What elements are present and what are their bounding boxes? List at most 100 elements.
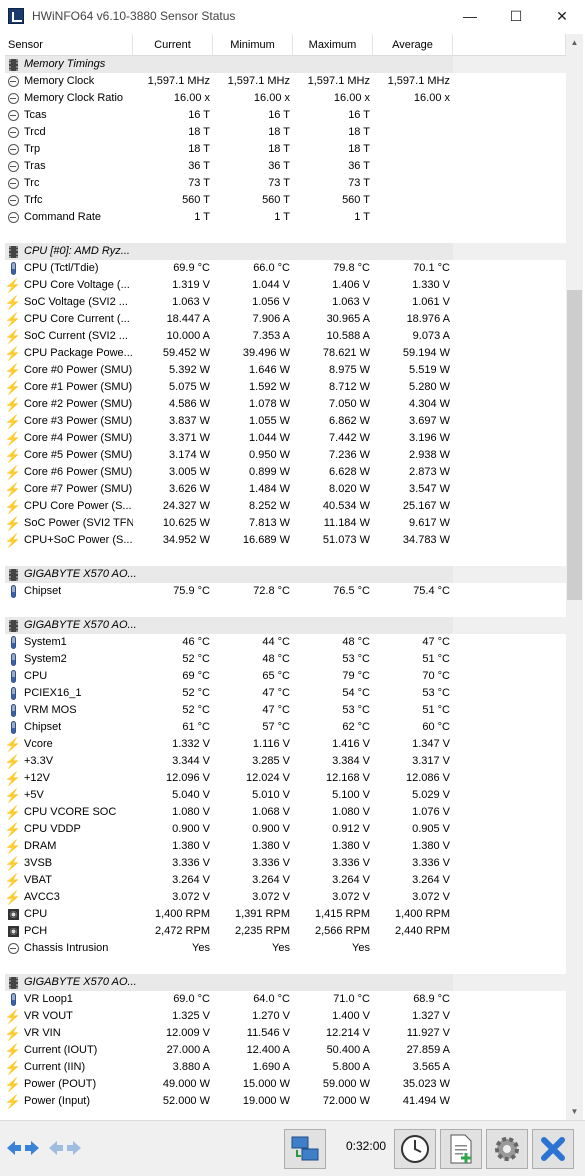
- average-value: 3.697 W: [409, 415, 450, 427]
- sensor-row[interactable]: ⚡ CPU Core Voltage (... 1.319 V 1.044 V 1.40…: [5, 277, 566, 294]
- sensor-row[interactable]: ⚡ Core #2 Power (SMU) 4.586 W 1.078 W 7.050 …: [5, 396, 566, 413]
- sensor-row[interactable]: CPU (Tctl/Tdie) 69.9 °C 66.0 °C 79.8 °C 70.1…: [5, 260, 566, 277]
- minimum-value: 3.072 V: [252, 891, 290, 903]
- sensor-row[interactable]: ⚡ 3VSB 3.336 V 3.336 V 3.336 V 3.336 V: [5, 855, 566, 872]
- sensor-row[interactable]: PCIEX16_1 52 °C 47 °C 54 °C 53 °C: [5, 685, 566, 702]
- sensor-row[interactable]: ⚡ VR VOUT 1.325 V 1.270 V 1.400 V 1.327 V: [5, 1008, 566, 1025]
- average-value: 27.859 A: [406, 1044, 450, 1056]
- sensor-row[interactable]: ⚡ Core #4 Power (SMU) 3.371 W 1.044 W 7.442 …: [5, 430, 566, 447]
- close-window-button[interactable]: ✕: [539, 0, 585, 32]
- sensor-name: Chipset: [24, 585, 62, 597]
- sensor-group-row[interactable]: GIGABYTE X570 AO...: [5, 566, 566, 583]
- sensor-row[interactable]: Tras 36 T 36 T 36 T: [5, 158, 566, 175]
- sensor-row[interactable]: ⚡ Core #0 Power (SMU) 5.392 W 1.646 W 8.975 …: [5, 362, 566, 379]
- navigate-sensors-disabled-button[interactable]: [46, 1131, 84, 1165]
- sensor-row[interactable]: Command Rate 1 T 1 T 1 T: [5, 209, 566, 226]
- sensor-name-cell: ⚡ CPU VDDP: [5, 821, 133, 838]
- scrollbar-thumb[interactable]: [567, 290, 582, 600]
- maximum-value: 1,415 RPM: [314, 908, 370, 920]
- sensor-row[interactable]: Trp 18 T 18 T 18 T: [5, 141, 566, 158]
- sensor-row[interactable]: ⚡ CPU Core Power (S... 24.327 W 8.252 W 40.5…: [5, 498, 566, 515]
- sensor-row[interactable]: Memory Clock Ratio 16.00 x 16.00 x 16.00 x 1…: [5, 90, 566, 107]
- sensor-row[interactable]: VRM MOS 52 °C 47 °C 53 °C 51 °C: [5, 702, 566, 719]
- minimum-value: 47 °C: [262, 687, 290, 699]
- sensor-row[interactable]: ⚡ Core #1 Power (SMU) 5.075 W 1.592 W 8.712 …: [5, 379, 566, 396]
- maximum-value: 3.264 V: [332, 874, 370, 886]
- bolt-icon: ⚡: [5, 362, 22, 378]
- average-value: [373, 192, 453, 209]
- sensor-row[interactable]: ⚡ DRAM 1.380 V 1.380 V 1.380 V 1.380 V: [5, 838, 566, 855]
- hwinfo-app-icon: [8, 8, 24, 24]
- maximum-value: 18 T: [348, 143, 370, 155]
- sensor-row[interactable]: ⚡ +12V 12.096 V 12.024 V 12.168 V 12.086 V: [5, 770, 566, 787]
- sensor-group-row[interactable]: Memory Timings: [5, 56, 566, 73]
- sensor-row[interactable]: ⚡ SoC Voltage (SVI2 ... 1.063 V 1.056 V 1.06…: [5, 294, 566, 311]
- sensor-row[interactable]: ⚡ SoC Power (SVI2 TFN) 10.625 W 7.813 W 11.1…: [5, 515, 566, 532]
- sensor-row[interactable]: VR Loop1 69.0 °C 64.0 °C 71.0 °C 68.9 °C: [5, 991, 566, 1008]
- current-value: 73 T: [188, 177, 210, 189]
- sensor-row[interactable]: ⚡ Core #3 Power (SMU) 3.837 W 1.055 W 6.862 …: [5, 413, 566, 430]
- clock-icon: [7, 211, 19, 225]
- column-header-sensor[interactable]: Sensor: [5, 34, 133, 56]
- sensor-name-cell: GIGABYTE X570 AO...: [5, 617, 453, 634]
- sensor-name-cell: ⚡ VR VIN: [5, 1025, 133, 1042]
- sensor-row[interactable]: ⚡ +3.3V 3.344 V 3.285 V 3.384 V 3.317 V: [5, 753, 566, 770]
- sensor-row[interactable]: ⚡ +5V 5.040 V 5.010 V 5.100 V 5.029 V: [5, 787, 566, 804]
- column-header-maximum[interactable]: Maximum: [293, 34, 373, 56]
- average-value: 11.927 V: [406, 1027, 450, 1039]
- sensor-row[interactable]: ⚡ CPU VDDP 0.900 V 0.900 V 0.912 V 0.905 V: [5, 821, 566, 838]
- sensor-row[interactable]: Memory Clock 1,597.1 MHz 1,597.1 MHz 1,597.…: [5, 73, 566, 90]
- maximize-button[interactable]: ☐: [493, 0, 539, 32]
- sensor-row[interactable]: Chipset 61 °C 57 °C 62 °C 60 °C: [5, 719, 566, 736]
- thermometer-icon: [7, 687, 19, 701]
- sensor-row[interactable]: ⚡ CPU VCORE SOC 1.080 V 1.068 V 1.080 V 1.076…: [5, 804, 566, 821]
- close-sensors-button[interactable]: [532, 1129, 574, 1169]
- sensor-row[interactable]: ⚡ CPU Package Powe... 59.452 W 39.496 W 78.6…: [5, 345, 566, 362]
- average-value: [373, 107, 453, 124]
- sensor-row[interactable]: System2 52 °C 48 °C 53 °C 51 °C: [5, 651, 566, 668]
- sensor-row[interactable]: ⚡ VR VIN 12.009 V 11.546 V 12.214 V 11.927 V: [5, 1025, 566, 1042]
- sensor-group-row[interactable]: CPU [#0]: AMD Ryz...: [5, 243, 566, 260]
- sensor-row[interactable]: Chassis Intrusion Yes Yes Yes: [5, 940, 566, 957]
- column-header-average[interactable]: Average: [373, 34, 453, 56]
- sensor-row[interactable]: ⚡ CPU+SoC Power (S... 34.952 W 16.689 W 51.0…: [5, 532, 566, 549]
- navigate-sensors-button[interactable]: [4, 1131, 42, 1165]
- network-icon[interactable]: [284, 1129, 326, 1169]
- sensor-row[interactable]: CPU 1,400 RPM 1,391 RPM 1,415 RPM 1,400 RPM: [5, 906, 566, 923]
- sensor-row[interactable]: System1 46 °C 44 °C 48 °C 47 °C: [5, 634, 566, 651]
- sensor-name: CPU VCORE SOC: [24, 806, 117, 818]
- sensor-row[interactable]: ⚡ VBAT 3.264 V 3.264 V 3.264 V 3.264 V: [5, 872, 566, 889]
- sensor-group-row[interactable]: GIGABYTE X570 AO...: [5, 974, 566, 991]
- sensor-row[interactable]: ⚡ AVCC3 3.072 V 3.072 V 3.072 V 3.072 V: [5, 889, 566, 906]
- sensor-row[interactable]: ⚡ Core #5 Power (SMU) 3.174 W 0.950 W 7.236 …: [5, 447, 566, 464]
- sensor-row[interactable]: ⚡ Vcore 1.332 V 1.116 V 1.416 V 1.347 V: [5, 736, 566, 753]
- sensor-row[interactable]: ⚡ SoC Current (SVI2 ... 10.000 A 7.353 A 10.…: [5, 328, 566, 345]
- log-file-add-icon[interactable]: [440, 1129, 482, 1169]
- maximum-value: 3.336 V: [332, 857, 370, 869]
- sensor-name-cell: Trcd: [5, 124, 133, 141]
- sensor-name-cell: GIGABYTE X570 AO...: [5, 566, 453, 583]
- sensor-row[interactable]: Trcd 18 T 18 T 18 T: [5, 124, 566, 141]
- minimize-button[interactable]: —: [447, 0, 493, 32]
- sensor-row[interactable]: ⚡ CPU Core Current (... 18.447 A 7.906 A 30.…: [5, 311, 566, 328]
- column-header-current[interactable]: Current: [133, 34, 213, 56]
- sensor-row[interactable]: ⚡ Current (IIN) 3.880 A 1.690 A 5.800 A 3.565…: [5, 1059, 566, 1076]
- sensor-row[interactable]: ⚡ Power (Input) 52.000 W 19.000 W 72.000 W 41…: [5, 1093, 566, 1110]
- clock-icon[interactable]: [394, 1129, 436, 1169]
- scroll-down-arrow[interactable]: ▼: [566, 1103, 583, 1120]
- sensor-row[interactable]: ⚡ Current (IOUT) 27.000 A 12.400 A 50.400 A 2…: [5, 1042, 566, 1059]
- sensor-row[interactable]: Chipset 75.9 °C 72.8 °C 76.5 °C 75.4 °C: [5, 583, 566, 600]
- sensor-row[interactable]: Tcas 16 T 16 T 16 T: [5, 107, 566, 124]
- sensor-group-row[interactable]: GIGABYTE X570 AO...: [5, 617, 566, 634]
- sensor-row[interactable]: CPU 69 °C 65 °C 79 °C 70 °C: [5, 668, 566, 685]
- sensor-row[interactable]: ⚡ Power (POUT) 49.000 W 15.000 W 59.000 W 35.…: [5, 1076, 566, 1093]
- column-header-minimum[interactable]: Minimum: [213, 34, 293, 56]
- vertical-scrollbar[interactable]: ▲ ▼: [566, 34, 583, 1120]
- sensor-row[interactable]: PCH 2,472 RPM 2,235 RPM 2,566 RPM 2,440 RPM: [5, 923, 566, 940]
- sensor-row[interactable]: ⚡ Core #7 Power (SMU) 3.626 W 1.484 W 8.020 …: [5, 481, 566, 498]
- sensor-row[interactable]: Trfc 560 T 560 T 560 T: [5, 192, 566, 209]
- sensor-row[interactable]: ⚡ Core #6 Power (SMU) 3.005 W 0.899 W 6.628 …: [5, 464, 566, 481]
- sensor-row[interactable]: Trc 73 T 73 T 73 T: [5, 175, 566, 192]
- settings-gear-icon[interactable]: [486, 1129, 528, 1169]
- scroll-up-arrow[interactable]: ▲: [566, 34, 583, 51]
